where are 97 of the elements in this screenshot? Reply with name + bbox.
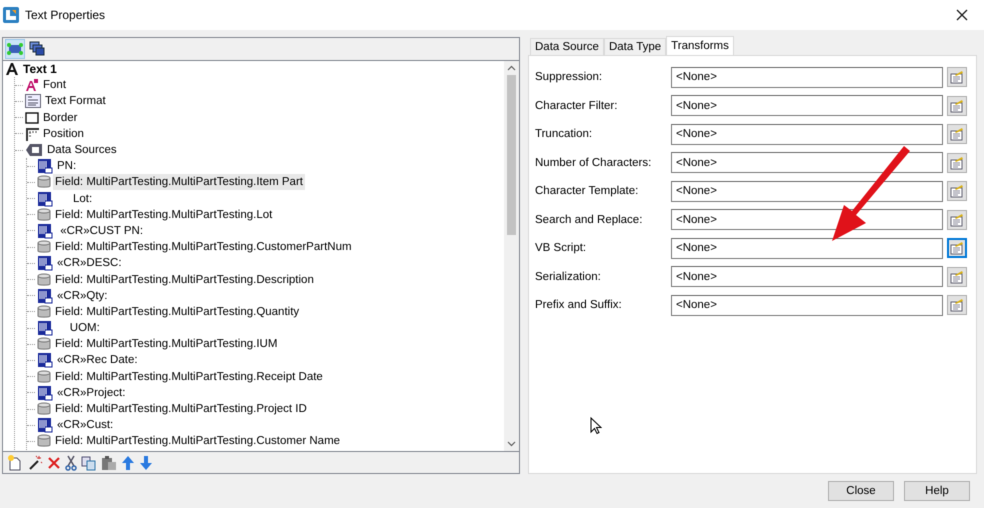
tree-item[interactable]: Field: MultiPartTesting.MultiPartTesting.Quantity	[53, 304, 302, 320]
magic-wand-icon[interactable]	[27, 454, 43, 470]
tab[interactable]: Data Type	[604, 38, 666, 55]
tree-item[interactable]: «CR»Project:	[55, 384, 128, 401]
input-field[interactable]: <None>	[671, 238, 943, 259]
tree-item[interactable]: Border	[41, 110, 80, 126]
edit-button[interactable]	[947, 96, 967, 116]
window-title: Text Properties	[25, 8, 106, 22]
edit-button[interactable]	[947, 238, 967, 258]
database-icon	[37, 240, 51, 254]
barcode-page-icon	[37, 352, 53, 368]
edit-button[interactable]	[947, 181, 967, 202]
close-icon[interactable]	[956, 9, 968, 21]
field-label: Suppression:	[534, 71, 604, 84]
database-icon	[37, 434, 51, 448]
tree-item[interactable]: Text Format	[43, 93, 108, 110]
database-icon	[37, 175, 51, 190]
barcode-page-icon	[37, 384, 53, 401]
field-label: Serialization:	[534, 270, 602, 283]
tag-icon	[25, 143, 43, 158]
copy-icon[interactable]	[81, 454, 97, 470]
tree-item[interactable]: Data Sources	[45, 142, 119, 158]
barcode-page-icon	[37, 255, 53, 272]
delete-icon[interactable]	[47, 456, 61, 470]
edit-button[interactable]	[947, 124, 967, 144]
tab[interactable]: Data Source	[530, 38, 604, 55]
square-icon	[25, 112, 39, 124]
scroll-thumb[interactable]	[507, 75, 516, 235]
field-label: Truncation:	[534, 128, 594, 140]
mouse-cursor-icon	[590, 417, 602, 435]
tab[interactable]: Transforms	[666, 36, 734, 55]
cut-icon[interactable]	[65, 454, 77, 470]
new-item-icon[interactable]	[7, 454, 23, 470]
layout-view-button[interactable]	[5, 39, 25, 59]
database-icon	[37, 402, 51, 416]
barcode-page-icon	[37, 158, 53, 174]
tree-item[interactable]: Field: MultiPartTesting.MultiPartTesting.IUM	[53, 336, 280, 352]
tree-item[interactable]: Font	[41, 77, 68, 94]
scroll-up-icon[interactable]	[507, 65, 516, 71]
tree-item[interactable]: Field: MultiPartTesting.MultiPartTesting.CustomerPartNum	[53, 239, 354, 256]
input-field[interactable]: <None>	[671, 152, 943, 174]
input-field[interactable]: <None>	[671, 266, 943, 288]
app-icon	[3, 7, 19, 23]
field-label: Character Template:	[534, 185, 640, 198]
database-icon	[37, 208, 51, 222]
field-label: Search and Replace:	[534, 214, 644, 226]
text-format-icon	[25, 94, 41, 108]
edit-button[interactable]	[947, 266, 967, 287]
tree-item[interactable]: Field: MultiPartTesting.MultiPartTesting.Lot	[53, 206, 274, 223]
tree-item[interactable]: Field: MultiPartTesting.MultiPartTesting.Customer Name	[53, 433, 342, 450]
ruler-icon	[25, 126, 39, 141]
letter-a-icon	[5, 62, 19, 76]
edit-button[interactable]	[947, 210, 967, 230]
tree-item[interactable]: Text 1	[21, 61, 59, 78]
tree-item[interactable]: «CR»Qty:	[55, 288, 110, 304]
tree-item[interactable]: «CR»Rec Date:	[55, 352, 140, 368]
tree-item[interactable]: PN:	[55, 158, 78, 174]
barcode-page-icon	[37, 320, 53, 336]
scrollbar[interactable]	[504, 61, 519, 451]
tree-item[interactable]: Field: MultiPartTesting.MultiPartTesting.Item Part	[53, 174, 305, 190]
tree-item[interactable]: UOM:	[55, 320, 102, 336]
down-arrow-icon[interactable]	[139, 454, 153, 470]
up-arrow-icon[interactable]	[121, 454, 135, 470]
tree-item[interactable]: «CR»DESC:	[55, 255, 124, 272]
tree-item[interactable]: «CR»Cust:	[55, 417, 116, 434]
font-icon	[25, 78, 39, 92]
database-icon	[37, 370, 51, 384]
database-icon	[37, 304, 51, 319]
tree-item[interactable]: Lot:	[55, 190, 94, 207]
input-field[interactable]: <None>	[671, 124, 943, 145]
database-icon	[37, 272, 51, 287]
edit-button[interactable]	[947, 295, 967, 316]
tree-item[interactable]: Field: MultiPartTesting.MultiPartTesting.Description	[53, 272, 316, 288]
edit-button[interactable]	[947, 67, 967, 88]
scroll-down-icon[interactable]	[507, 441, 516, 447]
field-label: Character Filter:	[534, 100, 618, 112]
barcode-page-icon	[37, 288, 53, 304]
dialog-button[interactable]: Close	[828, 481, 894, 501]
tree-item[interactable]: Field: MultiPartTesting.MultiPartTesting.Receipt Date	[53, 368, 325, 385]
field-label: Prefix and Suffix:	[534, 299, 623, 312]
tree-item[interactable]: Position	[41, 126, 86, 142]
barcode-page-icon	[37, 190, 53, 207]
database-icon	[37, 337, 51, 352]
dialog-button[interactable]: Help	[904, 481, 970, 501]
field-label: Number of Characters:	[534, 156, 652, 169]
edit-button[interactable]	[947, 152, 967, 173]
input-field[interactable]: <None>	[671, 294, 943, 316]
tree-item[interactable]: Field: MultiPartTesting.MultiPartTesting.Project ID	[53, 401, 309, 418]
input-field[interactable]: <None>	[671, 66, 943, 88]
input-field[interactable]: <None>	[671, 180, 943, 202]
barcode-page-icon	[37, 222, 53, 239]
input-field[interactable]: <None>	[671, 209, 943, 230]
tree-item[interactable]: «CR»CUST PN:	[55, 222, 146, 239]
input-field[interactable]: <None>	[671, 95, 943, 116]
barcode-page-icon	[37, 417, 53, 434]
paste-icon[interactable]	[101, 454, 117, 470]
field-label: VB Script:	[534, 242, 588, 254]
